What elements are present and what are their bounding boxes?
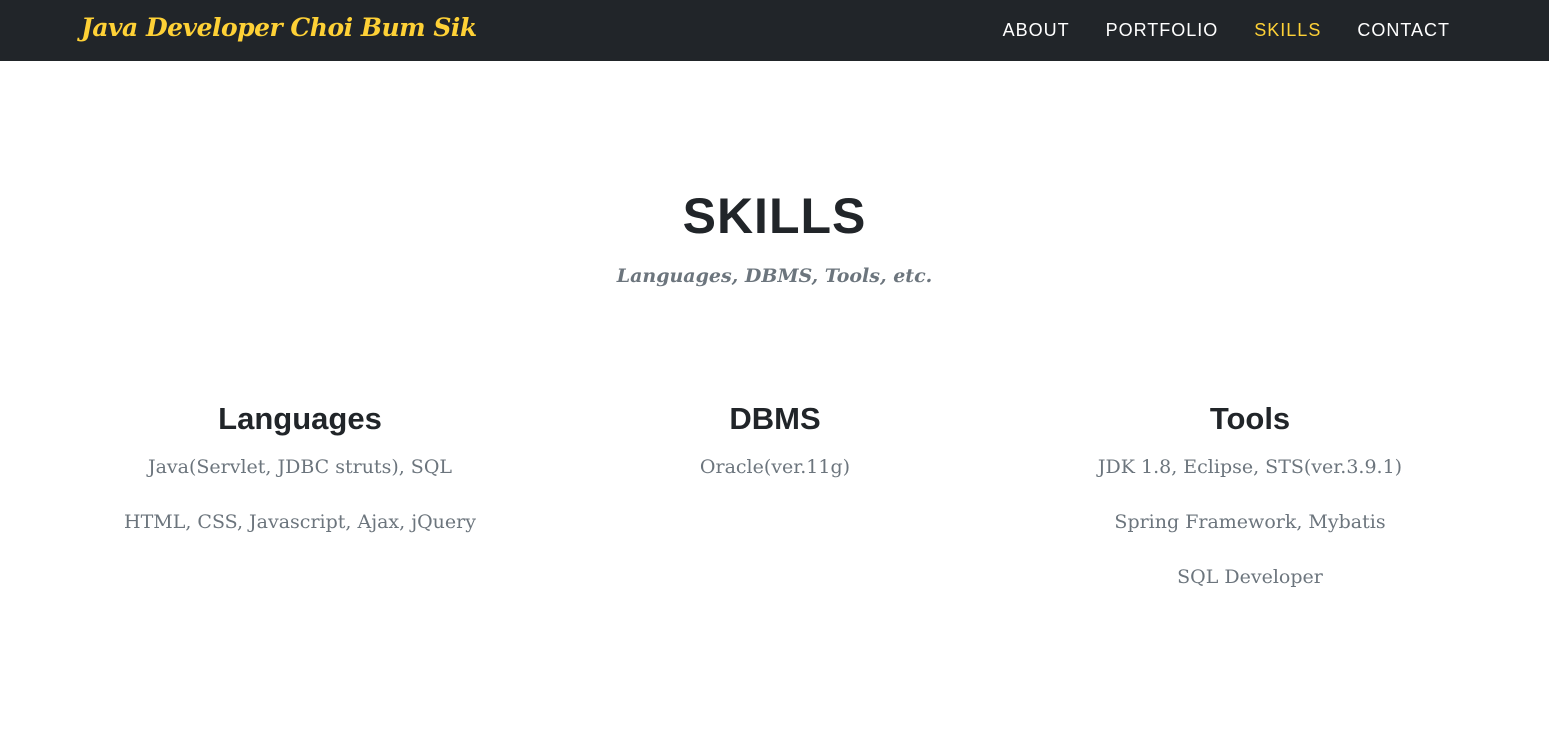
- column-title-dbms: DBMS: [729, 401, 821, 436]
- nav-menu: ABOUT PORTFOLIO SKILLS CONTACT: [985, 0, 1450, 61]
- skill-item: SQL Developer: [1177, 566, 1323, 588]
- skill-item: Spring Framework, Mybatis: [1114, 511, 1386, 533]
- brand-logo-link[interactable]: Java Developer Choi Bum Sik: [81, 10, 477, 46]
- skill-item: Oracle(ver.11g): [699, 456, 851, 478]
- skill-item: Java(Servlet, JDBC struts), SQL: [147, 456, 453, 478]
- skills-list-tools: JDK 1.8, Eclipse, STS(ver.3.9.1) Spring …: [1000, 454, 1500, 591]
- top-navbar: Java Developer Choi Bum Sik ABOUT PORTFO…: [0, 0, 1549, 61]
- section-heading: SKILLS: [682, 188, 867, 244]
- nav-link-skills[interactable]: SKILLS: [1236, 0, 1339, 61]
- section-subheading: Languages, DBMS, Tools, etc.: [616, 265, 933, 287]
- nav-link-contact[interactable]: CONTACT: [1339, 0, 1450, 61]
- skills-column-languages: Languages Java(Servlet, JDBC struts), SQ…: [50, 398, 550, 564]
- column-title-languages: Languages: [218, 401, 382, 436]
- nav-link-about[interactable]: ABOUT: [985, 0, 1088, 61]
- column-title-tools: Tools: [1209, 401, 1291, 436]
- skill-item: JDK 1.8, Eclipse, STS(ver.3.9.1): [1097, 456, 1403, 478]
- skills-list-dbms: Oracle(ver.11g): [525, 454, 1025, 481]
- skills-column-tools: Tools JDK 1.8, Eclipse, STS(ver.3.9.1) S…: [1000, 398, 1500, 619]
- skills-list-languages: Java(Servlet, JDBC struts), SQL HTML, CS…: [50, 454, 550, 536]
- nav-link-portfolio[interactable]: PORTFOLIO: [1088, 0, 1237, 61]
- skill-item: HTML, CSS, Javascript, Ajax, jQuery: [124, 511, 476, 533]
- skills-column-dbms: DBMS Oracle(ver.11g): [525, 398, 1025, 509]
